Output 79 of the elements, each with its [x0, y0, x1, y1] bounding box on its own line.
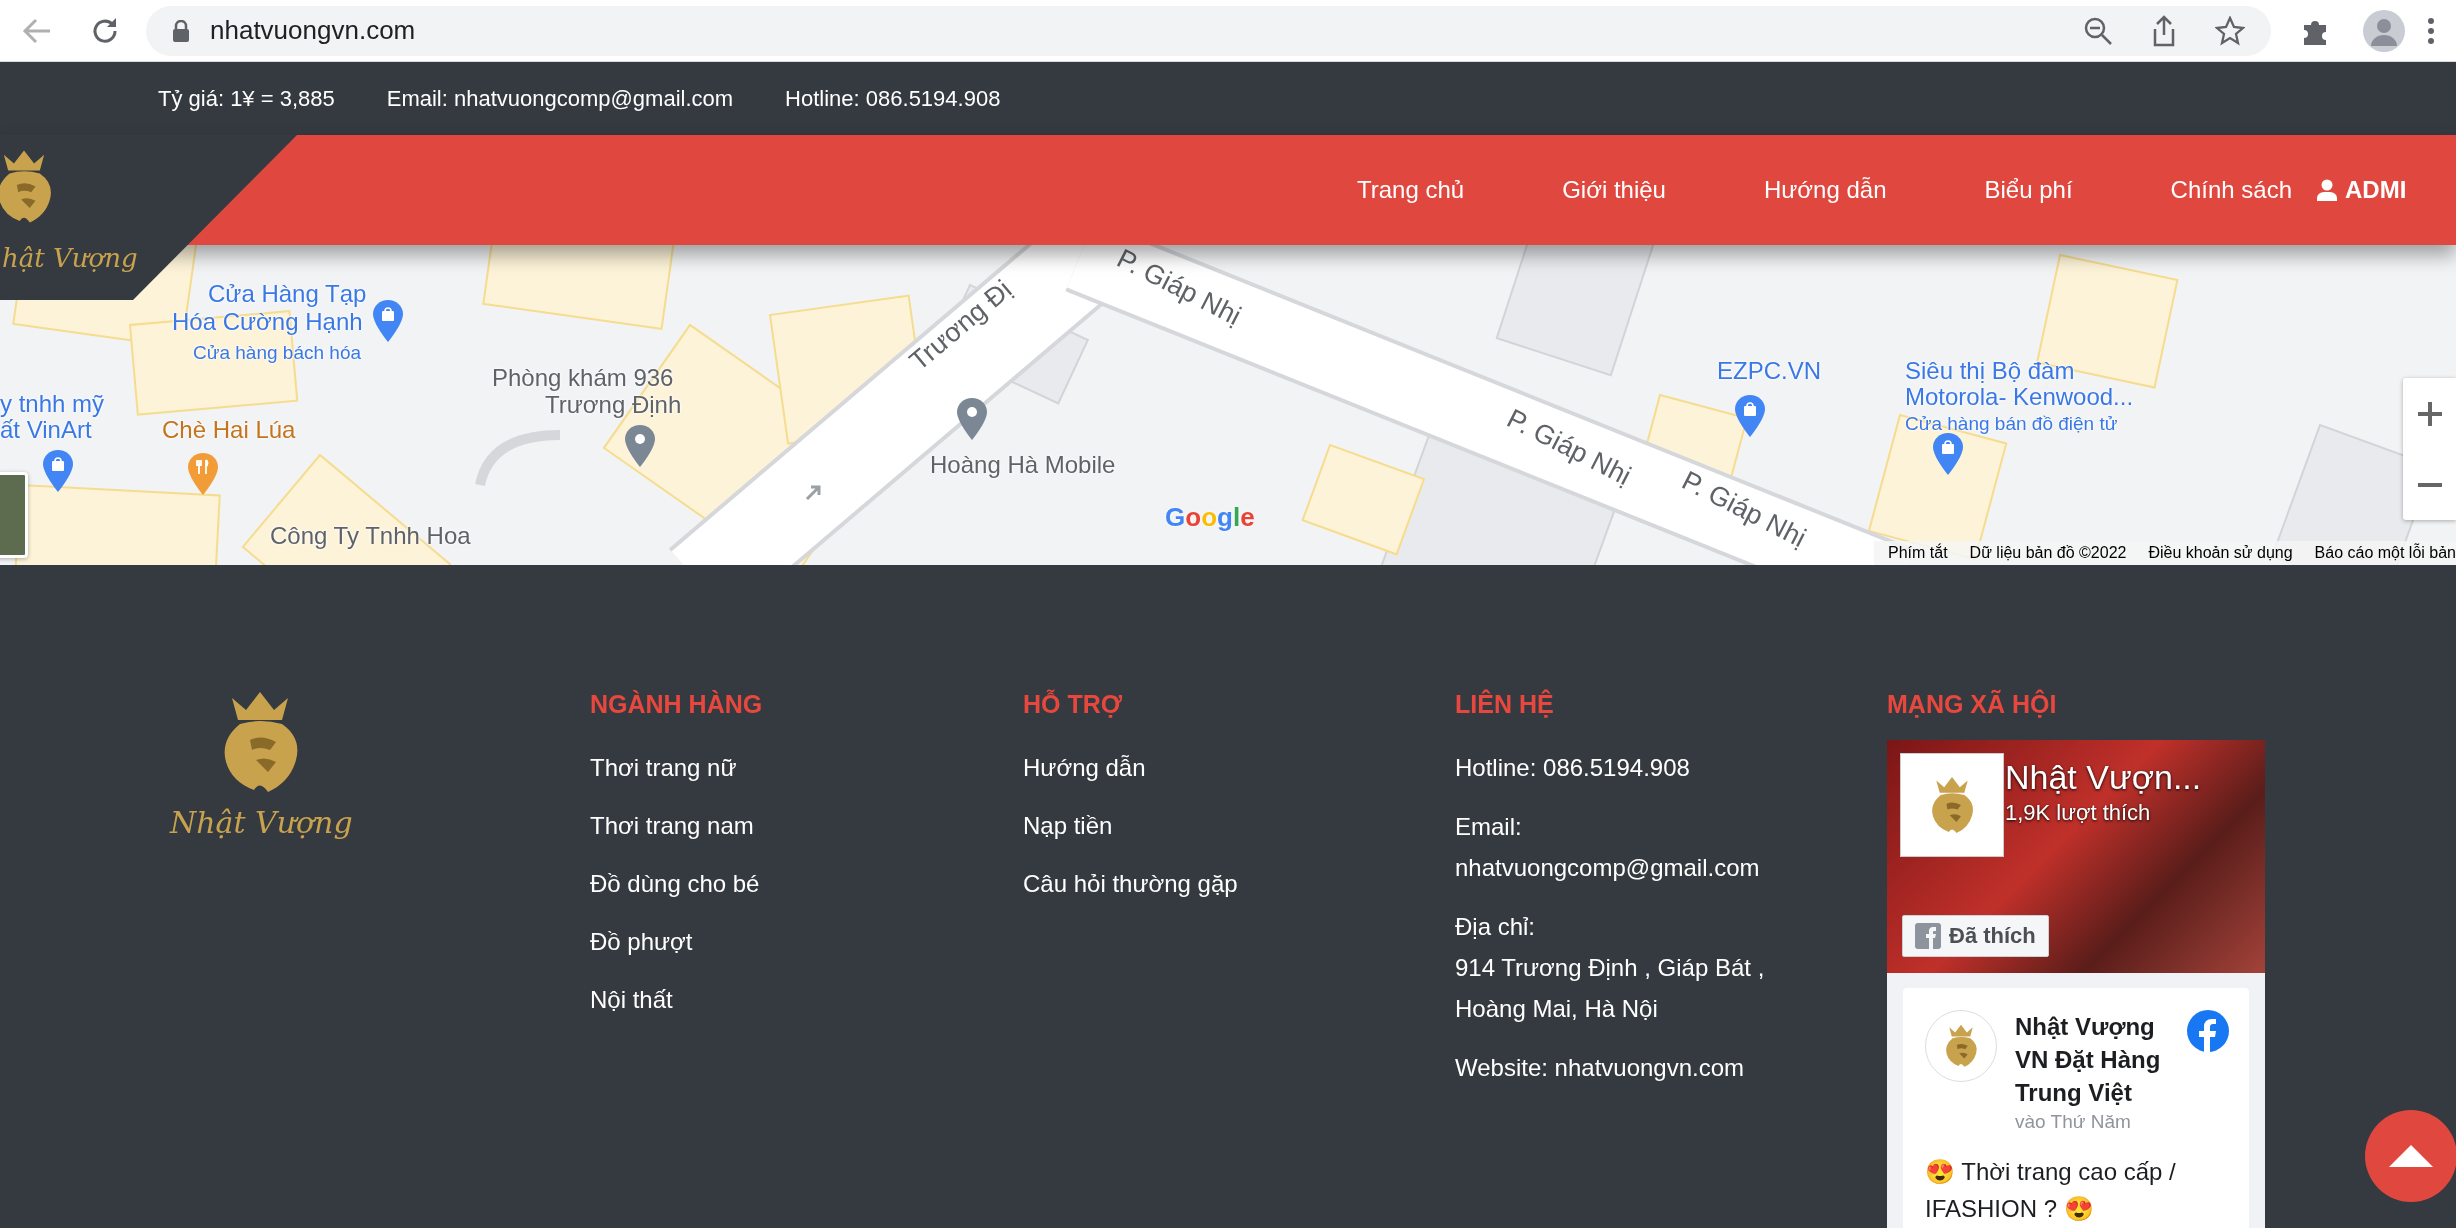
- map-place-label[interactable]: Motorola- Kenwood...: [1905, 384, 2134, 410]
- footer-link[interactable]: Nội thất: [590, 979, 1023, 1020]
- contact-text: Email:: [1455, 812, 1523, 842]
- map-place-label[interactable]: Siêu thị Bộ đàm: [1905, 358, 2075, 384]
- footer-link[interactable]: Đồ phượt: [590, 921, 1023, 962]
- map-place-label[interactable]: Hóa Cường Hạnh: [172, 309, 363, 335]
- user-icon: [2317, 179, 2337, 201]
- footer-link[interactable]: Đồ dùng cho bé: [590, 863, 1023, 904]
- account-link[interactable]: ADMI: [2317, 176, 2407, 204]
- street-label: P. Giáp Nhị: [1678, 467, 1810, 552]
- map-place-label[interactable]: ất VinArt: [0, 417, 92, 443]
- nav-link[interactable]: Trang chủ: [1357, 176, 1465, 204]
- map-place-label[interactable]: Cửa Hàng Tạp: [208, 281, 367, 307]
- attribution-link[interactable]: Phím tắt: [1888, 544, 1948, 562]
- google-logo: Google: [1165, 502, 1255, 533]
- caret-up-icon: [2389, 1145, 2433, 1167]
- shopping-bag-pin-icon[interactable]: [43, 450, 73, 492]
- contact-text: Website: nhatvuongvn.com: [1455, 1053, 1746, 1083]
- satellite-thumbnail[interactable]: [0, 472, 28, 558]
- post-time[interactable]: vào Thứ Năm: [2015, 1109, 2169, 1135]
- attribution-link[interactable]: Dữ liệu bản đồ ©2022: [1969, 544, 2127, 562]
- contact-info-text: Tỷ giá: 1¥ = 3,885: [158, 85, 335, 112]
- share-icon[interactable]: [2151, 14, 2177, 47]
- map-place-label[interactable]: EZPC.VN: [1717, 358, 1821, 384]
- profile-avatar[interactable]: [2363, 9, 2405, 52]
- footer-link[interactable]: Thơi trang nam: [590, 805, 1023, 846]
- attribution-link[interactable]: Báo cáo một lỗi bản: [2314, 544, 2456, 562]
- footer-heading: MẠNG XÃ HỘI: [1887, 690, 2058, 718]
- lock-icon: [172, 19, 190, 42]
- back-arrow-icon[interactable]: [22, 17, 52, 44]
- star-icon[interactable]: [2215, 15, 2245, 46]
- logo-text: Nhật Vượng: [170, 805, 353, 840]
- map-place-label[interactable]: Cửa hàng bán đồ điện tử: [1905, 411, 2118, 437]
- nav-link[interactable]: Giới thiệu: [1562, 176, 1666, 204]
- contact-text: Hotline: 086.5194.908: [1455, 753, 1691, 783]
- direction-arrow-icon: [805, 485, 821, 501]
- post-author[interactable]: Nhật Vượng VN Đặt Hàng Trung Việt: [2015, 1010, 2169, 1109]
- map-place-label[interactable]: Công Ty Tnhh Hoa: [270, 523, 471, 549]
- contact-info-text: Email: nhatvuongcomp@gmail.com: [386, 85, 734, 112]
- address-bar[interactable]: nhatvuongvn.com: [146, 5, 2271, 56]
- footer-heading: NGÀNH HÀNG: [590, 690, 764, 718]
- map-pin-icon[interactable]: [625, 425, 655, 467]
- map-place-label[interactable]: y tnhh mỹ: [0, 391, 105, 417]
- zoom-out-icon[interactable]: [2083, 15, 2113, 46]
- street-label: P. Giáp Nhị: [1113, 245, 1245, 330]
- nav-link[interactable]: Hướng dẫn: [1763, 176, 1887, 204]
- like-count: 1,9K lượt thích: [2005, 800, 2151, 826]
- map-place-label[interactable]: Chè Hai Lúa: [162, 417, 296, 443]
- page-name[interactable]: Nhật Vượn...: [2005, 758, 2202, 797]
- footer-link[interactable]: Nạp tiền: [1023, 805, 1455, 846]
- post-text: 😍 Thời trang cao cấp / IFASHION ? 😍: [1925, 1157, 2177, 1224]
- contact-text: nhatvuongcomp@gmail.com: [1455, 853, 1761, 883]
- map-place-label[interactable]: Hoàng Hà Mobile: [930, 452, 1116, 478]
- attribution-link[interactable]: Điều khoản sử dụng: [2148, 544, 2293, 562]
- map-place-label[interactable]: Phòng khám 936: [492, 365, 674, 391]
- facebook-logo-icon[interactable]: [2187, 1010, 2229, 1052]
- contact-info-text: Hotline: 086.5194.908: [785, 85, 1001, 112]
- like-button[interactable]: Đã thích: [1902, 915, 2049, 957]
- map-place-label[interactable]: Cửa hàng bách hóa: [193, 340, 361, 366]
- menu-icon[interactable]: [2427, 15, 2435, 46]
- contact-text: Hoàng Mai, Hà Nội: [1455, 994, 1659, 1024]
- nav-link[interactable]: Biểu phí: [1984, 176, 2073, 204]
- footer-heading: LIÊN HỆ: [1455, 690, 1555, 718]
- map-place-label[interactable]: Trương Định: [545, 392, 682, 418]
- contact-text: Địa chỉ:: [1455, 912, 1537, 942]
- shopping-bag-pin-icon[interactable]: [373, 300, 403, 342]
- footer-link[interactable]: Hướng dẫn: [1023, 747, 1455, 788]
- logo-text: hật Vượng: [2, 243, 138, 273]
- street-label: P. Giáp Nhị: [1503, 405, 1635, 490]
- zoom-in-icon[interactable]: [2416, 400, 2443, 427]
- facebook-icon: [1915, 923, 1941, 949]
- map-pin-icon[interactable]: [957, 398, 987, 440]
- contact-text: 914 Trương Định , Giáp Bát ,: [1455, 953, 1766, 983]
- footer-link[interactable]: Thơi trang nữ: [590, 747, 1023, 788]
- shopping-bag-pin-icon[interactable]: [1933, 433, 1963, 475]
- shopping-bag-pin-icon[interactable]: [1735, 395, 1765, 437]
- nav-link[interactable]: Chính sách: [2170, 176, 2292, 204]
- footer-link[interactable]: Câu hỏi thường gặp: [1023, 863, 1455, 904]
- footer-heading: HỖ TRỢ: [1023, 690, 1124, 718]
